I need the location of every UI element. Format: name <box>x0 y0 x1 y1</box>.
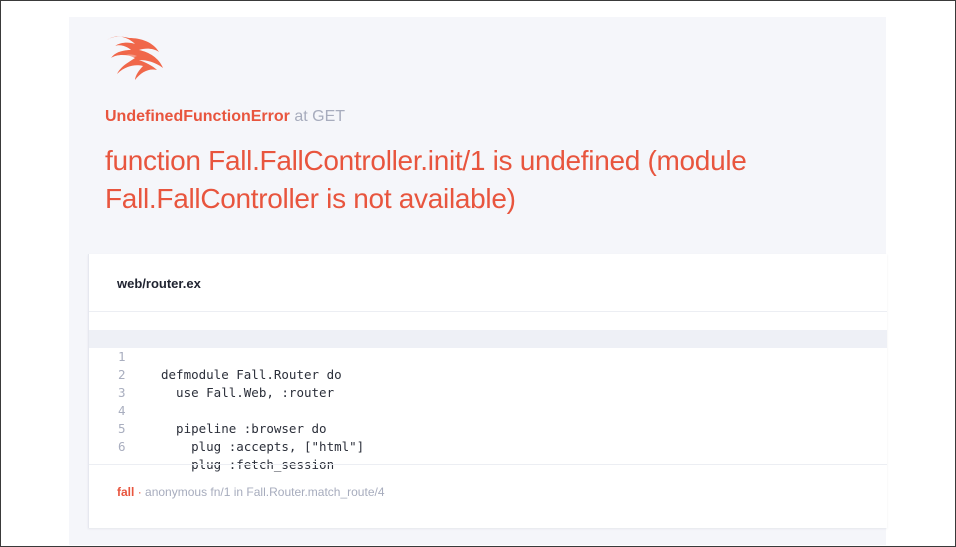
error-request-method: at GET <box>294 108 346 125</box>
code-snippet-header: web/router.ex <box>89 254 887 312</box>
code-line: 1 defmodule Fall.Router do <box>89 330 887 382</box>
error-message: function Fall.FallController.init/1 is u… <box>105 145 747 214</box>
error-type: UndefinedFunctionError <box>105 108 290 125</box>
code-line: 6 plug :fetch_session <box>89 420 887 472</box>
stack-frame-app: fall <box>117 485 135 499</box>
source-file-name[interactable]: web/router.ex <box>117 276 201 291</box>
code-line: 5 plug :accepts, ["html"] <box>89 402 887 454</box>
code-line: 4 pipeline :browser do <box>89 384 887 436</box>
stack-frame-separator: · <box>137 485 142 499</box>
code-line: 3 <box>89 366 887 400</box>
code-listing: 1 defmodule Fall.Router do 2 use Fall.We… <box>89 330 887 472</box>
code-line: 2 use Fall.Web, :router <box>89 348 887 400</box>
phoenix-logo-icon <box>107 36 163 80</box>
error-type-line: UndefinedFunctionError at GET <box>105 107 345 127</box>
stack-frame-function: anonymous fn/1 in Fall.Router.match_rout… <box>145 485 385 499</box>
code-snippet-card: web/router.ex 1 defmodule Fall.Router do… <box>88 254 887 528</box>
stack-trace: fall · anonymous fn/1 in Fall.Router.mat… <box>89 464 887 529</box>
line-number: 6 <box>118 439 126 454</box>
stack-frame[interactable]: fall · anonymous fn/1 in Fall.Router.mat… <box>117 485 385 499</box>
line-code: plug :accepts, ["html"] <box>161 439 365 454</box>
